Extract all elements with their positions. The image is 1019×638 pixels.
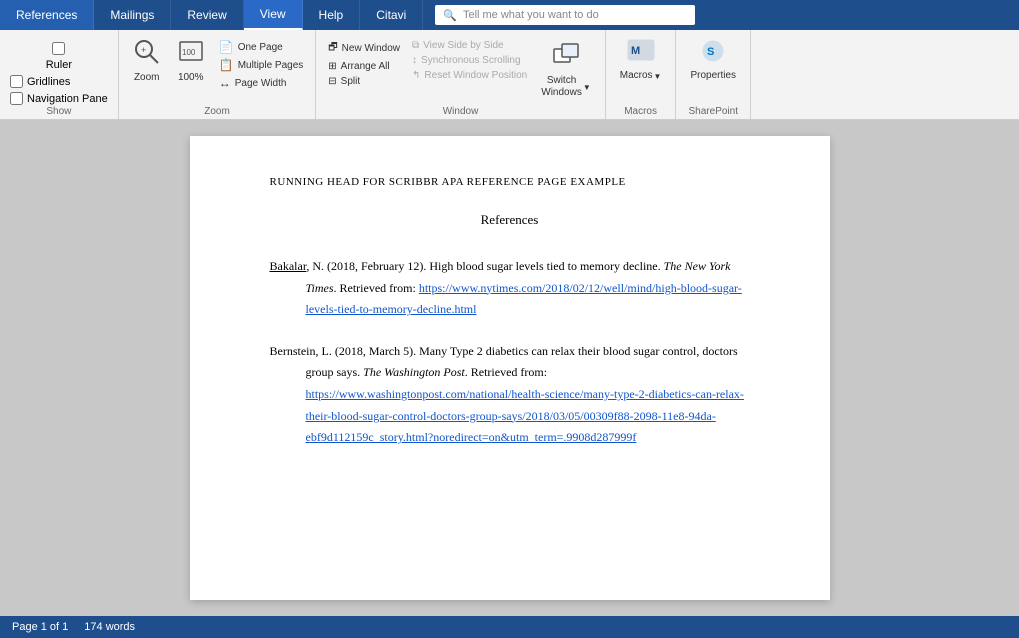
multiple-pages-button[interactable]: 📋 Multiple Pages <box>215 56 308 74</box>
window-left-col: 🗗 New Window ⊞ Arrange All ⊟ Split <box>324 34 404 106</box>
reference-2: Bernstein, L. (2018, March 5). Many Type… <box>270 341 750 449</box>
gridlines-checkbox-input[interactable] <box>10 75 23 88</box>
zoom-buttons-row: + Zoom 100 100% 📄 One Page <box>127 34 308 106</box>
zoom-100-icon: 100 <box>177 38 205 70</box>
view-side-by-side-button[interactable]: ⧉ View Side by Side <box>408 38 531 53</box>
one-page-icon: 📄 <box>219 40 234 54</box>
switch-windows-button[interactable]: SwitchWindows ▼ <box>535 34 597 106</box>
ref2-author: Bernstein, L. (2018, March 5). Many Type… <box>270 344 738 380</box>
ruler-checkbox[interactable]: Ruler <box>10 36 108 71</box>
new-window-icon: 🗗 <box>328 40 337 57</box>
switch-windows-icon <box>551 41 581 73</box>
zoom-options-col: 📄 One Page 📋 Multiple Pages ↔ Page Width <box>215 34 308 92</box>
page-width-icon: ↔ <box>219 76 231 90</box>
zoom-icon: + <box>133 38 161 70</box>
window-right-col: ⧉ View Side by Side ↕ Synchronous Scroll… <box>408 34 531 106</box>
macros-button[interactable]: M Macros ▼ <box>614 34 668 86</box>
svg-text:100: 100 <box>182 48 196 57</box>
arrange-all-icon: ⊞ <box>328 61 336 72</box>
zoom-group: + Zoom 100 100% 📄 One Page <box>119 30 317 119</box>
ribbon: Ruler Gridlines Navigation Pane Show <box>0 30 1019 120</box>
reference-1: Bakalar, N. (2018, February 12). High bl… <box>270 256 750 321</box>
sync-scrolling-icon: ↕ <box>412 55 417 66</box>
synchronous-scrolling-button[interactable]: ↕ Synchronous Scrolling <box>408 53 531 68</box>
macros-dropdown-icon: ▼ <box>654 72 662 81</box>
tab-citavi[interactable]: Citavi <box>360 0 423 30</box>
window-group: 🗗 New Window ⊞ Arrange All ⊟ Split ⧉ Vie… <box>316 30 605 119</box>
ref2-link[interactable]: https://www.washingtonpost.com/national/… <box>306 387 744 444</box>
show-checkboxes: Ruler Gridlines Navigation Pane <box>10 36 108 106</box>
page-width-button[interactable]: ↔ Page Width <box>215 74 308 92</box>
arrange-all-button[interactable]: ⊞ Arrange All <box>324 59 404 74</box>
macros-group: M Macros ▼ Macros <box>606 30 677 119</box>
nav-pane-checkbox[interactable]: Navigation Pane <box>10 92 108 105</box>
macros-icon: M <box>626 38 656 68</box>
search-area: 🔍 Tell me what you want to do <box>423 0 1019 30</box>
switch-windows-dropdown-icon: ▼ <box>583 83 591 92</box>
properties-button[interactable]: S Properties <box>684 34 742 86</box>
view-side-by-side-icon: ⧉ <box>412 40 419 51</box>
document-page: RUNNING HEAD FOR SCRIBBR APA REFERENCE P… <box>190 136 830 600</box>
zoom-button[interactable]: + Zoom <box>127 34 167 88</box>
ruler-checkbox-input[interactable] <box>52 42 65 55</box>
svg-text:S: S <box>707 46 714 58</box>
svg-text:M: M <box>631 45 640 57</box>
reset-window-icon: ↰ <box>412 70 420 81</box>
svg-text:+: + <box>141 45 146 55</box>
sharepoint-icon: S <box>698 38 728 68</box>
window-group-label: Window <box>324 106 596 119</box>
show-group: Ruler Gridlines Navigation Pane Show <box>0 30 119 119</box>
sharepoint-group: S Properties SharePoint <box>676 30 751 119</box>
search-icon: 🔍 <box>443 9 457 22</box>
new-window-button[interactable]: 🗗 New Window <box>324 38 404 59</box>
tab-help[interactable]: Help <box>303 0 361 30</box>
window-buttons: 🗗 New Window ⊞ Arrange All ⊟ Split ⧉ Vie… <box>324 34 596 106</box>
reset-window-position-button[interactable]: ↰ Reset Window Position <box>408 68 531 83</box>
main-content: RUNNING HEAD FOR SCRIBBR APA REFERENCE P… <box>0 120 1019 616</box>
zoom-100-button[interactable]: 100 100% <box>171 34 211 88</box>
tab-bar: References Mailings Review View Help Cit… <box>0 0 1019 30</box>
macros-group-label: Macros <box>624 106 657 119</box>
tab-review[interactable]: Review <box>171 0 243 30</box>
tab-view[interactable]: View <box>244 0 303 30</box>
page-info: Page 1 of 1 <box>12 621 68 633</box>
search-box[interactable]: 🔍 Tell me what you want to do <box>435 5 695 25</box>
split-button[interactable]: ⊟ Split <box>324 74 404 89</box>
running-head: RUNNING HEAD FOR SCRIBBR APA REFERENCE P… <box>270 176 750 188</box>
word-count: 174 words <box>84 621 135 633</box>
zoom-group-label: Zoom <box>204 106 230 119</box>
switch-windows-label-row: SwitchWindows ▼ <box>541 75 591 99</box>
nav-pane-checkbox-input[interactable] <box>10 92 23 105</box>
document-title: References <box>270 212 750 228</box>
one-page-button[interactable]: 📄 One Page <box>215 38 308 56</box>
show-group-label: Show <box>10 106 108 119</box>
tab-references[interactable]: References <box>0 0 94 30</box>
gridlines-checkbox[interactable]: Gridlines <box>10 75 108 88</box>
multiple-pages-icon: 📋 <box>219 58 234 72</box>
macros-label-row: Macros ▼ <box>620 70 662 82</box>
split-icon: ⊟ <box>328 76 336 87</box>
sharepoint-group-label: SharePoint <box>689 106 738 119</box>
status-bar: Page 1 of 1 174 words <box>0 616 1019 638</box>
tab-mailings[interactable]: Mailings <box>94 0 171 30</box>
